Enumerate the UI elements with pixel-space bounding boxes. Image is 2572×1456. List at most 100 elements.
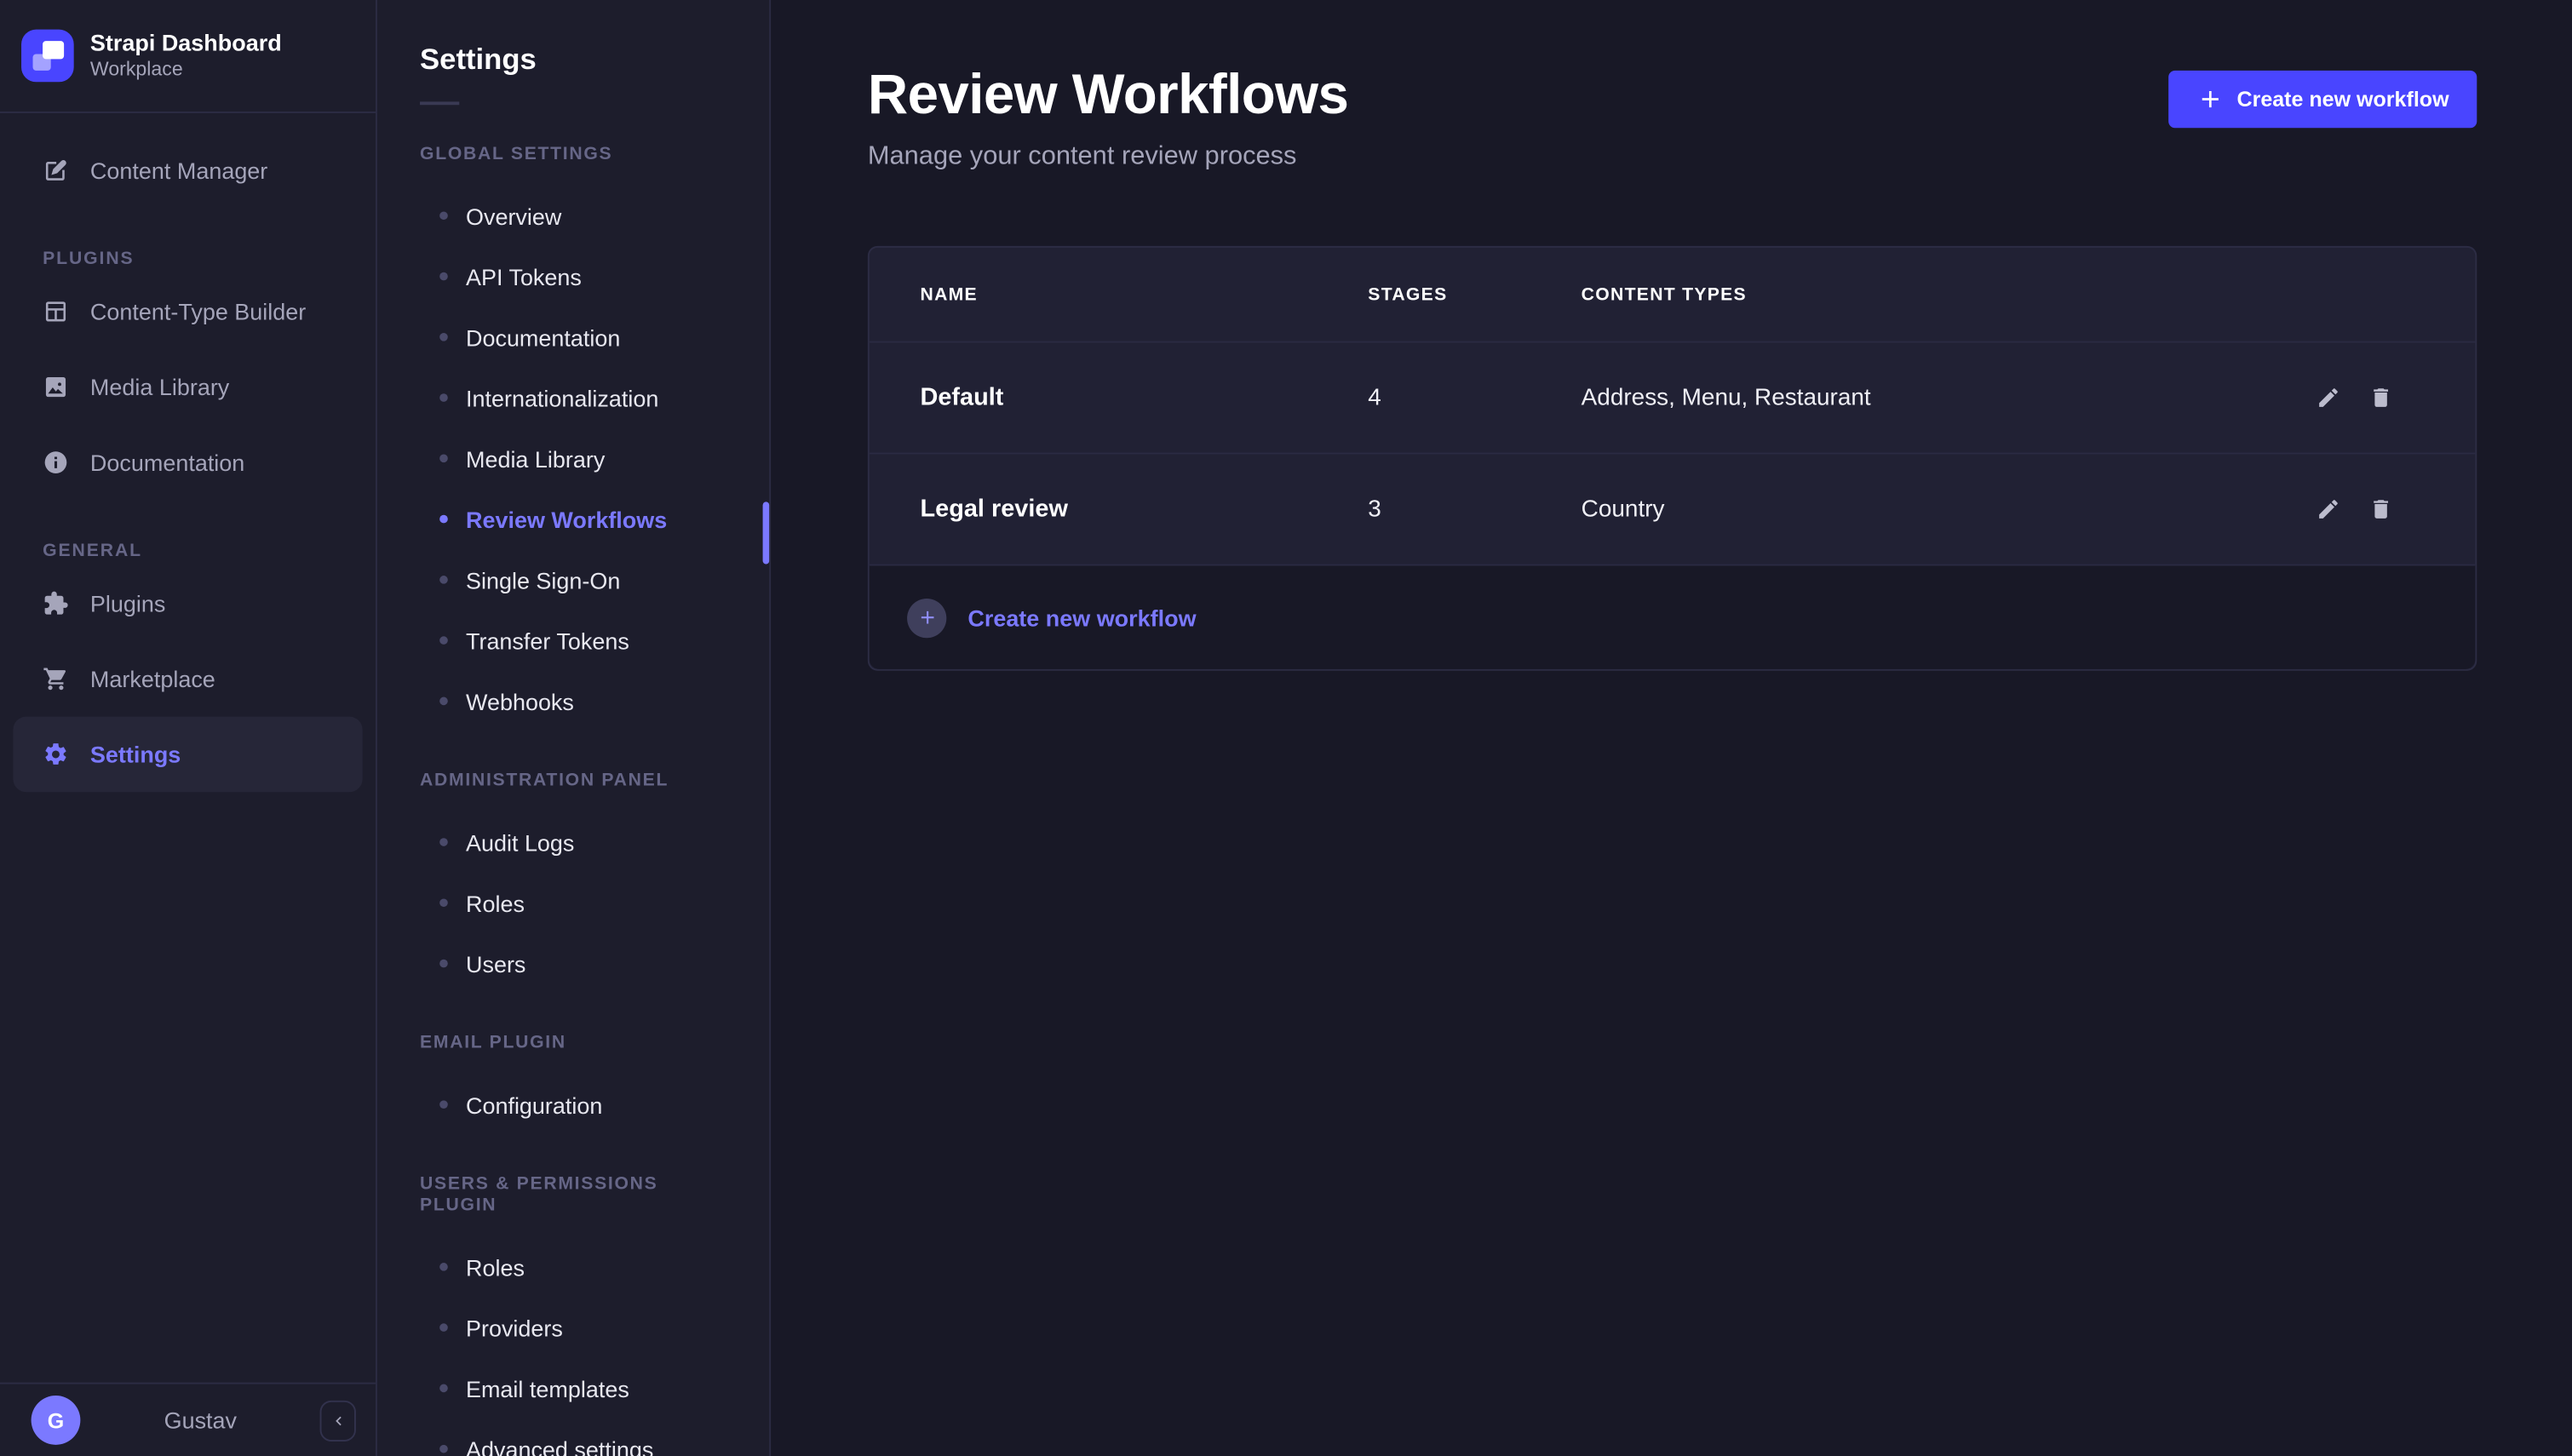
- create-workflow-button[interactable]: Create new workflow: [2168, 71, 2477, 128]
- workflow-content-types-cell: Country: [1582, 496, 2230, 523]
- sidebar-item-label: Plugins: [90, 590, 165, 616]
- gear-icon: [43, 742, 69, 768]
- workflows-table: NAME STAGES CONTENT TYPES Default 4 Addr…: [868, 246, 2477, 671]
- main-sidebar: Strapi Dashboard Workplace Content Manag…: [0, 0, 377, 1456]
- plus-circle-icon: [907, 598, 946, 637]
- subnav-title: Settings: [420, 41, 769, 77]
- trash-icon: [2368, 386, 2392, 410]
- pencil-icon: [2316, 497, 2340, 522]
- sidebar-section-general: GENERAL: [43, 540, 363, 563]
- bullet-icon: [439, 1384, 448, 1393]
- edit-workflow-button[interactable]: [2315, 385, 2341, 411]
- subnav-group-users-permissions-plugin: USERS & PERMISSIONS PLUGIN: [420, 1174, 726, 1217]
- workflow-stages-cell: 4: [1368, 385, 1581, 411]
- sidebar-item-label: Content Manager: [90, 158, 267, 184]
- bullet-icon: [439, 1323, 448, 1332]
- subnav-group-administration-panel: ADMINISTRATION PANEL: [420, 771, 726, 792]
- pen-square-icon: [43, 158, 69, 184]
- subnav-item-email-templates[interactable]: Email templates: [377, 1358, 769, 1419]
- sidebar-section-plugins: PLUGINS: [43, 248, 363, 271]
- table-row[interactable]: Default 4 Address, Menu, Restaurant: [870, 341, 2476, 453]
- bullet-icon: [439, 1445, 448, 1453]
- column-header-content-types: CONTENT TYPES: [1582, 284, 2230, 304]
- subnav-divider: [420, 101, 459, 105]
- strapi-logo-icon: [21, 30, 74, 83]
- subnav-item-roles-admin[interactable]: Roles: [377, 873, 769, 933]
- image-icon: [43, 374, 69, 400]
- app: Strapi Dashboard Workplace Content Manag…: [0, 0, 2572, 1456]
- edit-workflow-button[interactable]: [2315, 496, 2341, 523]
- bullet-icon: [439, 333, 448, 341]
- delete-workflow-button[interactable]: [2367, 385, 2393, 411]
- delete-workflow-button[interactable]: [2367, 496, 2393, 523]
- plus-icon: [2196, 85, 2224, 113]
- sidebar-nav: Content Manager PLUGINS Content-Type Bui…: [0, 113, 376, 1383]
- brand-workspace: Workplace: [90, 57, 282, 82]
- subnav-item-api-tokens[interactable]: API Tokens: [377, 246, 769, 307]
- page-title: Review Workflows: [868, 62, 1349, 128]
- subnav-group-global-settings: GLOBAL SETTINGS: [420, 144, 726, 165]
- sidebar-item-documentation[interactable]: Documentation: [13, 425, 362, 501]
- main-content: Review Workflows Manage your content rev…: [771, 0, 2572, 1456]
- bullet-icon: [439, 455, 448, 463]
- bullet-icon: [439, 393, 448, 402]
- sidebar-item-marketplace[interactable]: Marketplace: [13, 641, 362, 717]
- sidebar-item-media-library[interactable]: Media Library: [13, 349, 362, 425]
- subnav-item-media-library[interactable]: Media Library: [377, 428, 769, 489]
- scrollbar-thumb[interactable]: [763, 502, 770, 564]
- column-header-stages: STAGES: [1368, 284, 1581, 304]
- subnav-item-advanced-settings[interactable]: Advanced settings: [377, 1419, 769, 1456]
- bullet-icon: [439, 1263, 448, 1271]
- subnav-item-review-workflows[interactable]: Review Workflows: [377, 489, 769, 549]
- collapse-sidebar-button[interactable]: [320, 1400, 356, 1441]
- puzzle-icon: [43, 590, 69, 616]
- brand-name: Strapi Dashboard: [90, 30, 282, 58]
- subnav-item-users[interactable]: Users: [377, 933, 769, 994]
- user-name: Gustav: [164, 1407, 237, 1434]
- bullet-icon: [439, 697, 448, 706]
- page-subtitle: Manage your content review process: [868, 141, 1297, 175]
- trash-icon: [2368, 497, 2392, 522]
- subnav-item-overview[interactable]: Overview: [377, 186, 769, 246]
- sidebar-item-label: Media Library: [90, 374, 229, 400]
- bullet-icon: [439, 272, 448, 281]
- user-menu[interactable]: G Gustav: [32, 1396, 81, 1445]
- table-row[interactable]: Legal review 3 Country: [870, 453, 2476, 565]
- layout-grid-icon: [43, 299, 69, 325]
- pencil-icon: [2316, 386, 2340, 410]
- bullet-icon: [439, 838, 448, 846]
- cart-icon: [43, 666, 69, 692]
- subnav-item-audit-logs[interactable]: Audit Logs: [377, 811, 769, 872]
- sidebar-item-content-manager[interactable]: Content Manager: [13, 133, 362, 209]
- sidebar-item-label: Content-Type Builder: [90, 299, 306, 325]
- settings-subnav: Settings GLOBAL SETTINGS Overview API To…: [377, 0, 771, 1456]
- sidebar-item-label: Marketplace: [90, 666, 215, 692]
- workflow-content-types-cell: Address, Menu, Restaurant: [1582, 385, 2230, 411]
- sidebar-item-label: Settings: [90, 742, 181, 768]
- table-footer-create-workflow[interactable]: Create new workflow: [870, 565, 2476, 669]
- bullet-icon: [439, 898, 448, 907]
- subnav-item-roles-up[interactable]: Roles: [377, 1236, 769, 1297]
- subnav-item-documentation[interactable]: Documentation: [377, 307, 769, 367]
- subnav-item-transfer-tokens[interactable]: Transfer Tokens: [377, 610, 769, 670]
- table-header-row: NAME STAGES CONTENT TYPES: [870, 248, 2476, 341]
- info-circle-icon: [43, 450, 69, 476]
- sidebar-item-settings[interactable]: Settings: [13, 717, 362, 793]
- subnav-item-webhooks[interactable]: Webhooks: [377, 671, 769, 731]
- subnav-item-single-sign-on[interactable]: Single Sign-On: [377, 549, 769, 610]
- bullet-icon: [439, 576, 448, 584]
- bullet-icon: [439, 636, 448, 645]
- subnav-item-configuration[interactable]: Configuration: [377, 1075, 769, 1135]
- bullet-icon: [439, 515, 448, 524]
- workflow-name-cell: Default: [920, 384, 1368, 412]
- workflow-stages-cell: 3: [1368, 496, 1581, 523]
- sidebar-item-label: Documentation: [90, 450, 244, 476]
- sidebar-item-plugins[interactable]: Plugins: [13, 565, 362, 641]
- footer-action-label: Create new workflow: [967, 605, 1196, 631]
- column-header-name: NAME: [920, 284, 1368, 304]
- sidebar-item-content-type-builder[interactable]: Content-Type Builder: [13, 274, 362, 350]
- avatar-initial: G: [48, 1407, 65, 1432]
- bullet-icon: [439, 960, 448, 968]
- subnav-item-internationalization[interactable]: Internationalization: [377, 367, 769, 427]
- subnav-item-providers[interactable]: Providers: [377, 1297, 769, 1357]
